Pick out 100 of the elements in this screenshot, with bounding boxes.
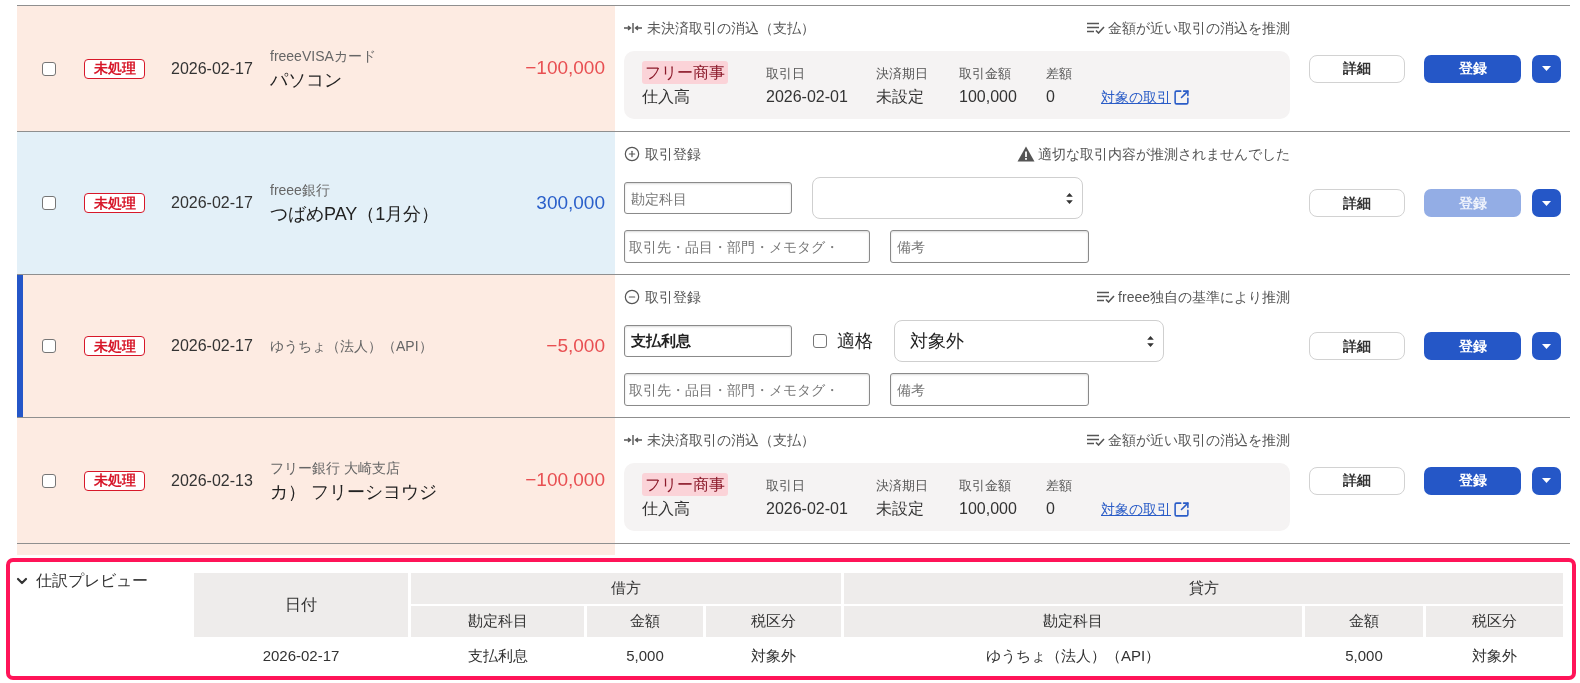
qualified-label: 適格	[837, 329, 873, 353]
tax-select[interactable]: 対象外	[894, 320, 1164, 362]
account-name: freeeVISAカード	[270, 46, 376, 65]
detail-button[interactable]: 詳細	[1309, 54, 1405, 83]
dropdown-button[interactable]	[1532, 466, 1561, 495]
caret-down-icon	[1542, 343, 1551, 349]
row-checkbox[interactable]	[42, 339, 56, 353]
detail-button[interactable]: 詳細	[1309, 466, 1405, 495]
register-button[interactable]: 登録	[1424, 332, 1521, 360]
transaction-description: パソコン	[270, 68, 342, 91]
panel-title: 未決済取引の消込（支払）	[647, 430, 815, 450]
status-badge: 未処理	[84, 336, 145, 356]
hint-text: freee独自の基準により推測	[1118, 287, 1290, 307]
amount: −100,000	[525, 56, 606, 81]
table-cell-text: 支払利息	[466, 645, 529, 666]
list-check-icon	[1097, 291, 1116, 303]
amount: 300,000	[536, 190, 606, 215]
target-transaction-link[interactable]: 対象の取引	[1101, 500, 1190, 518]
table-cell-text: ゆうちょ（法人）（API）	[984, 645, 1162, 666]
row-checkbox[interactable]	[42, 473, 56, 488]
field-label: 取引日	[766, 478, 805, 494]
partner-tag: フリー商事	[642, 473, 728, 496]
column-header: 税区分	[1426, 606, 1563, 637]
column-header: 勘定科目	[844, 606, 1302, 637]
account-input[interactable]: 勘定科目	[624, 182, 792, 214]
caret-down-icon	[1542, 66, 1551, 71]
list-check-icon	[1087, 434, 1105, 446]
hint-text: 金額が近い取引の消込を推測	[1108, 18, 1290, 38]
table-cell-text: 対象外	[1471, 645, 1518, 666]
field-value: 未設定	[876, 499, 924, 519]
preview-toggle[interactable]: 仕訳プレビュー	[14, 571, 148, 591]
target-transaction-link[interactable]: 対象の取引	[1101, 88, 1190, 106]
select-arrows-icon	[1066, 192, 1073, 204]
column-group-header: 貸方	[844, 573, 1563, 604]
amount: −5,000	[546, 333, 606, 358]
field-label: 決済期日	[876, 66, 928, 82]
table-cell-text: 対象外	[750, 645, 797, 666]
status-badge: 未処理	[84, 470, 145, 491]
partner-tag: フリー商事	[642, 61, 728, 84]
external-link-icon	[1173, 88, 1190, 106]
row-checkbox[interactable]	[42, 196, 56, 210]
memo-input[interactable]: 備考	[890, 373, 1089, 406]
column-header: 勘定科目	[411, 606, 584, 637]
detail-button[interactable]: 詳細	[1309, 189, 1405, 217]
column-header: 税区分	[706, 606, 841, 637]
register-button[interactable]: 登録	[1424, 54, 1521, 83]
register-toggle[interactable]: 取引登録	[624, 143, 701, 165]
partner-input[interactable]: 取引先・品目・部門・メモタグ・	[624, 373, 870, 406]
list-check-icon	[1087, 22, 1105, 34]
account-name: ゆうちょ（法人）（API）	[270, 337, 433, 355]
external-link-icon	[1173, 500, 1190, 518]
table-cell-text: 5,000	[1344, 645, 1384, 666]
select-arrows-icon	[1147, 335, 1154, 347]
transaction-date: 2026-02-13	[171, 470, 251, 491]
field-value: 100,000	[959, 499, 1017, 519]
dropdown-button[interactable]	[1532, 54, 1561, 83]
caret-down-icon	[1542, 200, 1551, 206]
field-label: 決済期日	[876, 478, 928, 494]
panel-title: 未決済取引の消込（支払）	[647, 18, 815, 38]
merge-arrows-icon	[624, 435, 642, 445]
field-value: 未設定	[876, 87, 924, 107]
account-item: 仕入高	[642, 87, 690, 107]
amount: −100,000	[525, 468, 606, 493]
status-badge: 未処理	[84, 193, 145, 213]
column-header: 金額	[1305, 606, 1423, 637]
field-value: 2026-02-01	[766, 499, 848, 519]
partner-input[interactable]: 取引先・品目・部門・メモタグ・	[624, 230, 870, 263]
account-name: フリー銀行 大崎支店	[270, 458, 400, 477]
field-label: 差額	[1046, 66, 1072, 82]
hint-text: 金額が近い取引の消込を推測	[1108, 430, 1290, 450]
hint-text: 適切な取引内容が推測されませんでした	[1038, 144, 1290, 164]
transaction-description: つばめPAY（1月分）	[270, 203, 440, 225]
field-label: 取引金額	[959, 478, 1011, 494]
table-cell-text: 2026-02-17	[261, 645, 341, 666]
transaction-date: 2026-02-17	[171, 193, 251, 213]
field-value: 100,000	[959, 87, 1017, 107]
merge-arrows-icon	[624, 23, 642, 33]
column-header: 日付	[194, 573, 408, 637]
row-checkbox[interactable]	[42, 61, 56, 76]
register-button[interactable]: 登録	[1424, 466, 1521, 495]
account-item: 仕入高	[642, 499, 690, 519]
transaction-date: 2026-02-17	[171, 58, 251, 79]
account-name: freee銀行	[270, 181, 330, 199]
qualified-checkbox[interactable]	[813, 334, 827, 348]
field-label: 取引日	[766, 66, 805, 82]
register-toggle[interactable]: 取引登録	[624, 286, 701, 308]
dropdown-button[interactable]	[1532, 189, 1561, 217]
memo-input[interactable]: 備考	[890, 230, 1089, 263]
column-header: 金額	[587, 606, 703, 637]
transaction-date: 2026-02-17	[171, 336, 251, 356]
column-group-header: 借方	[411, 573, 841, 604]
detail-button[interactable]: 詳細	[1309, 332, 1405, 360]
table-cell-text: 5,000	[625, 645, 665, 666]
status-badge: 未処理	[84, 58, 145, 79]
transaction-description: カ） フリーシヨウジ	[270, 480, 437, 503]
field-value: 0	[1046, 499, 1055, 519]
caret-down-icon	[1542, 478, 1551, 483]
account-input[interactable]: 支払利息	[624, 325, 792, 357]
dropdown-button[interactable]	[1532, 332, 1561, 360]
field-value: 2026-02-01	[766, 87, 848, 107]
